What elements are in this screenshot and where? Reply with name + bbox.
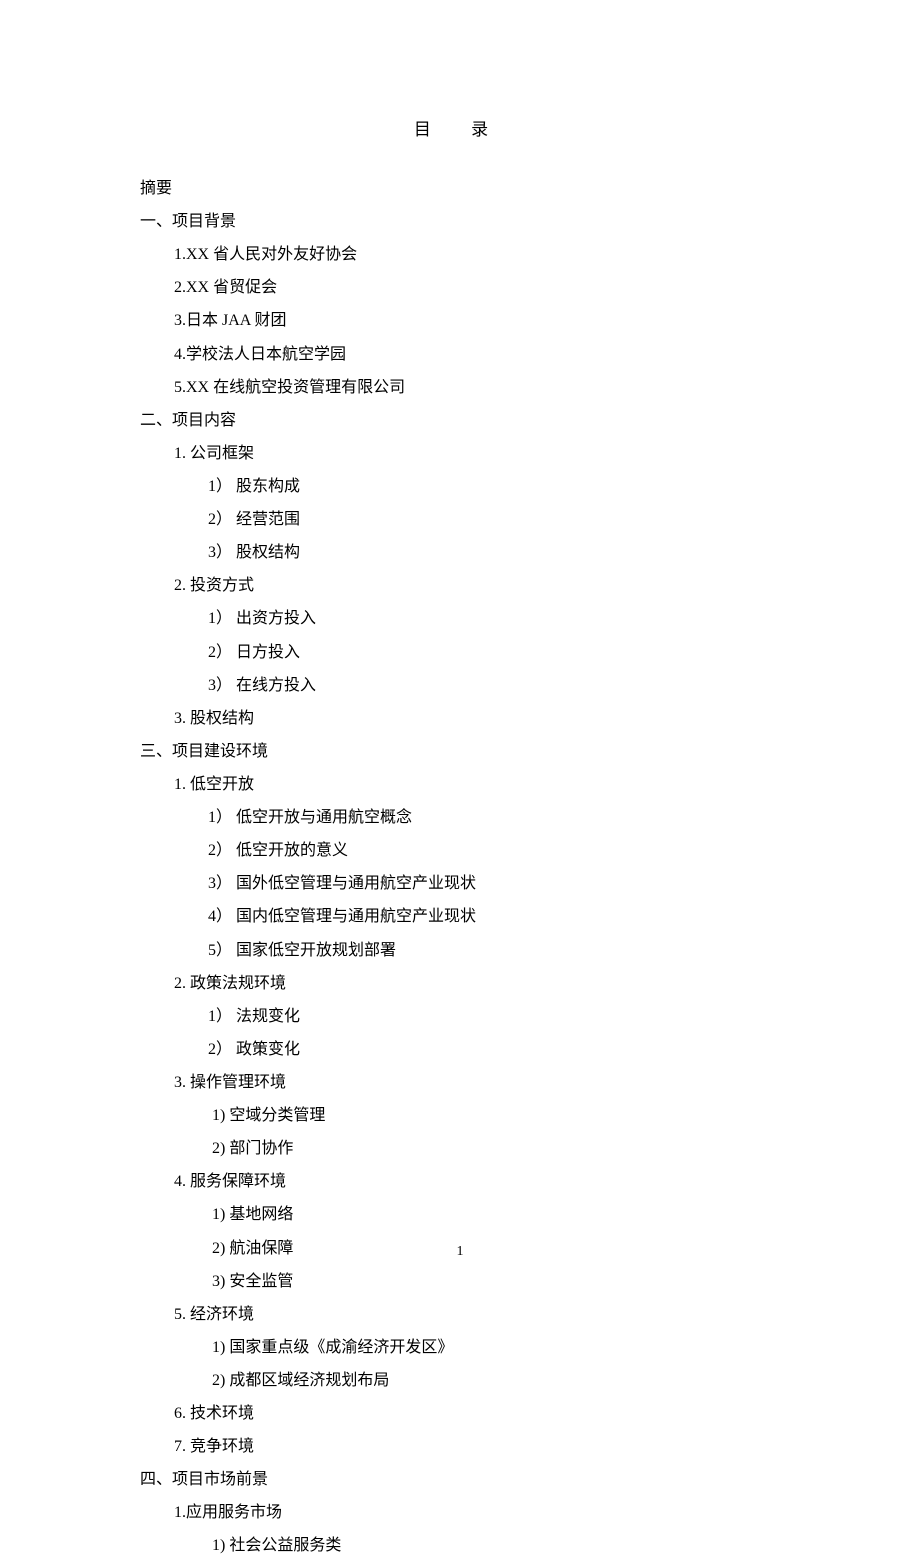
- toc-subitem: 1） 法规变化: [140, 1000, 780, 1033]
- toc-subitem: 2) 部门协作: [140, 1132, 780, 1165]
- toc-item: 3. 操作管理环境: [140, 1066, 780, 1099]
- toc-subitem: 2） 经营范围: [140, 503, 780, 536]
- toc-subitem: 1） 出资方投入: [140, 602, 780, 635]
- toc-item: 4. 服务保障环境: [140, 1165, 780, 1198]
- toc-subitem: 4） 国内低空管理与通用航空产业现状: [140, 900, 780, 933]
- toc-item: 1. 低空开放: [140, 768, 780, 801]
- toc-title: 目 录: [140, 115, 780, 140]
- toc-item: 2. 政策法规环境: [140, 967, 780, 1000]
- toc-subitem: 1) 社会公益服务类: [140, 1529, 780, 1562]
- toc-item: 4.学校法人日本航空学园: [140, 338, 780, 371]
- toc-subitem: 1) 国家重点级《成渝经济开发区》: [140, 1331, 780, 1364]
- toc-subitem: 3） 股权结构: [140, 536, 780, 569]
- toc-subitem: 3) 安全监管: [140, 1265, 780, 1298]
- toc-item: 3. 股权结构: [140, 702, 780, 735]
- document-page: 目 录 摘要 一、项目背景 1.XX 省人民对外友好协会 2.XX 省贸促会 3…: [0, 0, 920, 1563]
- toc-item: 5.XX 在线航空投资管理有限公司: [140, 371, 780, 404]
- toc-section-3: 三、项目建设环境: [140, 735, 780, 768]
- toc-item: 3.日本 JAA 财团: [140, 304, 780, 337]
- toc-item: 2. 投资方式: [140, 569, 780, 602]
- toc-subitem: 2） 低空开放的意义: [140, 834, 780, 867]
- toc-section-4: 四、项目市场前景: [140, 1463, 780, 1496]
- toc-item: 7. 竞争环境: [140, 1430, 780, 1463]
- toc-abstract: 摘要: [140, 172, 780, 205]
- toc-item: 1.XX 省人民对外友好协会: [140, 238, 780, 271]
- toc-subitem: 2） 政策变化: [140, 1033, 780, 1066]
- toc-subitem: 1) 空域分类管理: [140, 1099, 780, 1132]
- toc-subitem: 1） 低空开放与通用航空概念: [140, 801, 780, 834]
- toc-item: 2.XX 省贸促会: [140, 271, 780, 304]
- toc-subitem: 3） 在线方投入: [140, 669, 780, 702]
- toc-item: 6. 技术环境: [140, 1397, 780, 1430]
- toc-subitem: 5） 国家低空开放规划部署: [140, 934, 780, 967]
- table-of-contents: 摘要 一、项目背景 1.XX 省人民对外友好协会 2.XX 省贸促会 3.日本 …: [140, 172, 780, 1563]
- toc-item: 1. 公司框架: [140, 437, 780, 470]
- page-number: 1: [0, 1244, 920, 1260]
- toc-subitem: 2) 成都区域经济规划布局: [140, 1364, 780, 1397]
- toc-item: 1.应用服务市场: [140, 1496, 780, 1529]
- toc-item: 5. 经济环境: [140, 1298, 780, 1331]
- toc-section-1: 一、项目背景: [140, 205, 780, 238]
- toc-subitem: 1) 基地网络: [140, 1198, 780, 1231]
- toc-subitem: 1） 股东构成: [140, 470, 780, 503]
- toc-section-2: 二、项目内容: [140, 404, 780, 437]
- toc-subitem: 2） 日方投入: [140, 636, 780, 669]
- toc-subitem: 3） 国外低空管理与通用航空产业现状: [140, 867, 780, 900]
